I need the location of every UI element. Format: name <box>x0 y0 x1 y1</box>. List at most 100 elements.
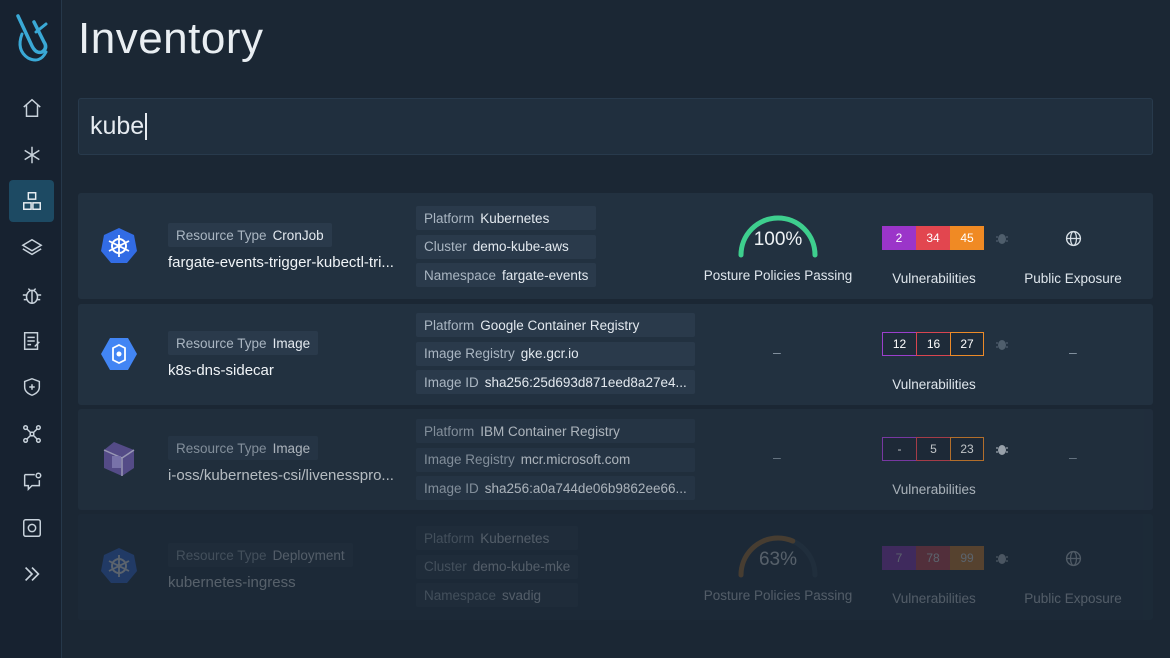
text-caret <box>145 113 148 140</box>
nav-overview[interactable] <box>9 134 54 176</box>
nav-scans[interactable] <box>9 507 54 549</box>
meta-value: gke.gcr.io <box>520 346 579 361</box>
posture-percent: 100% <box>753 229 803 250</box>
nav-reports[interactable] <box>9 320 54 362</box>
meta-key: Namespace <box>424 267 497 283</box>
resource-name[interactable]: k8s-dns-sidecar <box>168 362 318 379</box>
meta-value: svadig <box>502 587 542 603</box>
ibm-registry-icon <box>103 442 135 476</box>
vulnerabilities-label: Vulnerabilities <box>892 271 976 286</box>
resource-meta: Platform Google Container Registry Image … <box>416 313 695 394</box>
posture-percent: 63% <box>758 549 798 570</box>
vulnerabilities[interactable]: - 5 23 Vulnerabilities <box>882 437 1008 497</box>
resource-name[interactable]: fargate-events-trigger-kubectl-tri... <box>168 254 394 271</box>
meta-value: sha256:25d693d871eed8a27e4... <box>484 374 687 390</box>
asterisk-icon <box>23 146 40 164</box>
meta-key: Image Registry <box>424 346 515 361</box>
nav-vulnerabilities[interactable] <box>9 274 54 316</box>
posture-gauge[interactable]: 100% Posture Policies Passing <box>703 207 853 283</box>
resource-row[interactable]: Resource Type Deployment kubernetes-ingr… <box>78 514 1153 620</box>
resource-type-value: Image <box>272 440 311 456</box>
meta-key: Image ID <box>424 480 479 496</box>
report-icon <box>23 332 40 350</box>
critical-count: 7 <box>882 546 916 570</box>
medium-count: 99 <box>950 546 984 570</box>
scan-icon <box>22 519 41 537</box>
resource-type-label: Resource Type <box>176 547 267 563</box>
resource-meta: Platform IBM Container Registry Image Reg… <box>416 419 695 500</box>
meta-value: Kubernetes <box>480 530 550 546</box>
nav-policies[interactable] <box>9 366 54 408</box>
vulnerabilities[interactable]: 2 34 45 Vulnerabilities <box>882 226 1008 286</box>
high-count: 16 <box>916 332 950 356</box>
high-count: 5 <box>916 437 950 461</box>
nav-graph[interactable] <box>9 413 54 455</box>
meta-key: Platform <box>424 317 475 333</box>
nav-layers[interactable] <box>9 227 54 269</box>
medium-count: 45 <box>950 226 984 250</box>
posture-empty: – <box>773 344 781 360</box>
expand-icon <box>24 566 40 582</box>
meta-value: IBM Container Registry <box>480 423 620 439</box>
resource-type-label: Resource Type <box>176 335 267 351</box>
page-title: Inventory <box>78 14 264 63</box>
meta-key: Cluster <box>424 239 467 254</box>
shield-icon <box>23 377 40 397</box>
nav-home[interactable] <box>9 87 54 129</box>
meta-key: Image Registry <box>424 452 515 467</box>
logo[interactable] <box>10 12 52 64</box>
resource-type-chip: Resource Type Deployment <box>168 543 353 567</box>
nav-inventory[interactable] <box>9 180 54 222</box>
resource-type-value: Image <box>272 335 311 351</box>
high-count: 78 <box>916 546 950 570</box>
resource-meta: Platform Kubernetes Cluster demo-kube-mke … <box>416 526 579 607</box>
chat-icon <box>23 472 41 492</box>
meta-value: demo-kube-aws <box>472 239 569 254</box>
resource-type-value: Deployment <box>272 547 345 563</box>
critical-count: 12 <box>882 332 916 356</box>
medium-count: 27 <box>950 332 984 356</box>
bug-icon <box>22 288 41 304</box>
resource-type-chip: Resource Type Image <box>168 331 319 355</box>
kubernetes-icon <box>101 228 137 263</box>
meta-key: Platform <box>424 530 475 546</box>
vulnerabilities[interactable]: 7 78 99 Vulnerabilities <box>882 546 1008 606</box>
resource-name[interactable]: kubernetes-ingress <box>168 574 353 591</box>
posture-empty: – <box>773 449 781 465</box>
meta-value: demo-kube-mke <box>472 559 571 574</box>
resource-row[interactable]: Resource Type Image k8s-dns-sidecar Plat… <box>78 304 1153 405</box>
resource-name[interactable]: i-oss/kubernetes-csi/livenesspro... <box>168 467 394 484</box>
resource-type-chip: Resource Type Image <box>168 436 319 460</box>
public-exposure[interactable]: Public Exposure <box>1003 550 1143 606</box>
posture-gauge[interactable]: 63% Posture Policies Passing <box>703 527 853 603</box>
nav-expand[interactable] <box>9 553 54 595</box>
meta-key: Namespace <box>424 587 497 603</box>
vulnerabilities[interactable]: 12 16 27 Vulnerabilities <box>882 332 1008 392</box>
resource-meta: Platform Kubernetes Cluster demo-kube-aws … <box>416 206 597 287</box>
kubernetes-icon <box>101 548 137 583</box>
graph-icon <box>22 425 41 443</box>
resource-row[interactable]: Resource Type Image i-oss/kubernetes-csi… <box>78 409 1153 510</box>
medium-count: 23 <box>950 437 984 461</box>
meta-value: sha256:a0a744de06b9862ee66... <box>484 480 687 496</box>
meta-key: Cluster <box>424 559 467 574</box>
public-exposure[interactable]: Public Exposure <box>1003 230 1143 286</box>
search-input[interactable]: kube <box>78 98 1153 155</box>
resource-row[interactable]: Resource Type CronJob fargate-events-tri… <box>78 193 1153 299</box>
critical-count: 2 <box>882 226 916 250</box>
meta-key: Platform <box>424 423 475 439</box>
inventory-icon <box>22 192 41 210</box>
nav-issues[interactable] <box>9 460 54 502</box>
gcr-icon <box>101 338 137 370</box>
meta-value: Kubernetes <box>480 210 550 226</box>
public-exposure-label: Public Exposure <box>1024 591 1122 606</box>
meta-key: Platform <box>424 210 475 226</box>
vulnerabilities-label: Vulnerabilities <box>892 591 976 606</box>
globe-icon <box>1065 550 1081 567</box>
resource-type-label: Resource Type <box>176 227 267 243</box>
search-value[interactable]: kube <box>90 112 144 141</box>
meta-value: fargate-events <box>502 267 589 283</box>
exposure-empty: – <box>1069 449 1077 465</box>
vulnerabilities-label: Vulnerabilities <box>892 482 976 497</box>
bug-icon <box>996 340 1008 350</box>
